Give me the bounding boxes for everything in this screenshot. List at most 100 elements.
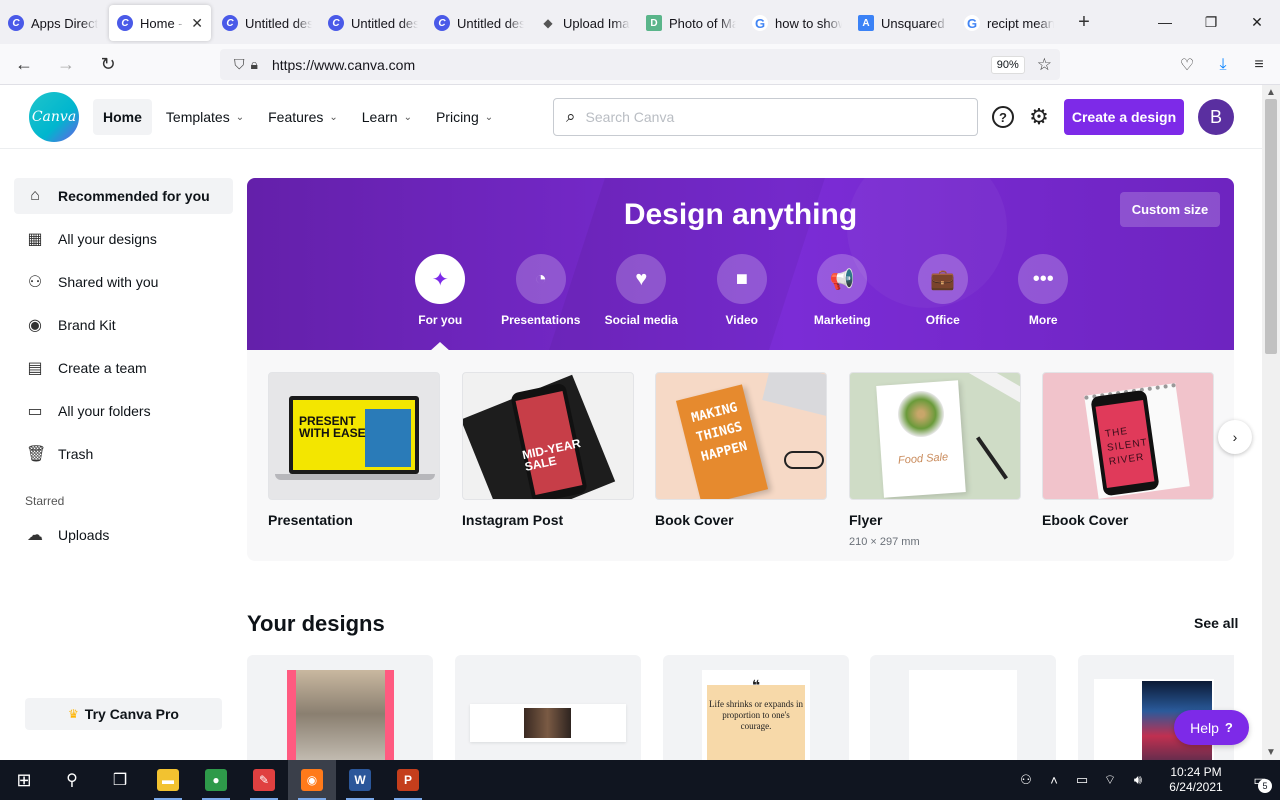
download-icon[interactable]: ⤓ [1212, 56, 1234, 74]
design-card[interactable] [455, 655, 641, 760]
category-office[interactable]: 💼 Office [893, 254, 994, 327]
nav-home[interactable]: Home [93, 99, 152, 135]
arrow-right-icon: → [57, 53, 75, 74]
help-icon[interactable]: ? [992, 106, 1014, 128]
template-card-presentation[interactable]: PRESENT WITH EASE Presentation [268, 372, 440, 528]
design-card[interactable] [870, 655, 1056, 760]
close-tab-icon[interactable]: ✕ [191, 15, 203, 32]
browser-tab[interactable]: C Untitled design [426, 5, 532, 41]
category-marketing[interactable]: 📢 Marketing [792, 254, 893, 327]
design-card[interactable]: ❝ Life shrinks or expands in proportion … [663, 655, 849, 760]
template-card-instagram-post[interactable]: MID-YEAR SALE Instagram Post [462, 372, 634, 528]
sidebar-item-uploads[interactable]: ☁ Uploads [14, 517, 233, 553]
design-thumbnail-bg [909, 670, 1017, 760]
category-social-media[interactable]: ♥ Social media [591, 254, 692, 327]
sidebar-item-brand-kit[interactable]: ◉ Brand Kit [14, 307, 233, 343]
gear-icon[interactable]: ⚙ [1028, 104, 1050, 129]
create-design-button[interactable]: Create a design [1064, 99, 1184, 135]
search-taskbar-icon[interactable]: ⚲ [48, 760, 96, 800]
browser-tab[interactable]: D Photo of Man [638, 5, 744, 41]
design-card[interactable] [247, 655, 433, 760]
scroll-down-icon[interactable]: ▼ [1266, 747, 1276, 758]
category-for-you[interactable]: ✦ For you [390, 254, 491, 327]
pocket-icon[interactable]: ♡ [1176, 55, 1198, 75]
carousel-next-button[interactable]: › [1218, 420, 1252, 454]
template-thumbnail[interactable]: MID-YEAR SALE [462, 372, 634, 500]
menu-icon[interactable]: ≡ [1248, 56, 1270, 74]
new-tab-button[interactable]: + [1066, 11, 1102, 34]
powerpoint-icon[interactable]: P [384, 760, 432, 800]
word-icon[interactable]: W [336, 760, 384, 800]
address-bar[interactable]: ⛉ 🔒︎ https://www.canva.com 90% ☆ [220, 49, 1060, 80]
chrome-icon[interactable]: ● [192, 760, 240, 800]
nav-learn[interactable]: Learn ⌄ [352, 99, 422, 135]
maximize-button[interactable]: ❐ [1188, 0, 1234, 44]
thumbnail-art [961, 373, 1020, 404]
team-icon: ▤ [27, 360, 43, 377]
nav-pricing[interactable]: Pricing ⌄ [426, 99, 503, 135]
notification-center-icon[interactable]: ▭5 [1240, 760, 1280, 800]
browser-tab[interactable]: C Untitled design [214, 5, 320, 41]
taskbar-apps: ▬ ● ✎ ◉ W P [144, 760, 432, 800]
browser-tab[interactable]: A Unsquared [850, 5, 956, 41]
template-card-flyer[interactable]: Food Sale Flyer 210 × 297 mm [849, 372, 1021, 548]
quote-text: Life shrinks or expands in proportion to… [709, 699, 803, 731]
chevron-up-icon[interactable]: ˄ [1042, 773, 1066, 788]
back-button[interactable]: ← [6, 48, 42, 80]
scroll-up-icon[interactable]: ▲ [1266, 87, 1276, 98]
search-input[interactable] [585, 109, 965, 125]
category-video[interactable]: ■ Video [692, 254, 793, 327]
battery-icon[interactable]: ▭ [1070, 772, 1094, 788]
close-window-button[interactable]: ✕ [1234, 0, 1280, 44]
tracking-shield-icon[interactable]: ⛉ [234, 56, 245, 73]
template-thumbnail[interactable]: THE SILENT RIVER [1042, 372, 1214, 500]
sidebar-item-all-your-designs[interactable]: ▦ All your designs [14, 221, 233, 257]
template-thumbnail[interactable]: MAKING THINGS HAPPEN [655, 372, 827, 500]
template-thumbnail[interactable]: PRESENT WITH EASE [268, 372, 440, 500]
forward-button[interactable]: → [48, 48, 84, 80]
taskbar-clock[interactable]: 10:24 PM 6/24/2021 [1158, 765, 1234, 795]
browser-tab[interactable]: ◆ Upload Image [532, 5, 638, 41]
see-all-link[interactable]: See all [1194, 615, 1238, 631]
search-box[interactable]: ⌕ [553, 98, 978, 136]
avatar[interactable]: B [1198, 99, 1234, 135]
browser-tab[interactable]: C Untitled design [320, 5, 426, 41]
bookmark-star-icon[interactable]: ☆ [1037, 55, 1052, 75]
canva-logo[interactable]: Canva [29, 92, 79, 142]
minimize-button[interactable]: — [1142, 0, 1188, 44]
category-presentations[interactable]: ◔ Presentations [491, 254, 592, 327]
nav-templates[interactable]: Templates ⌄ [156, 99, 254, 135]
template-card-ebook-cover[interactable]: THE SILENT RIVER Ebook Cover [1042, 372, 1214, 528]
help-button[interactable]: Help ? [1174, 710, 1249, 745]
people-icon[interactable]: ⚇ [1014, 772, 1038, 788]
browser-tab[interactable]: Grecipt meaning [956, 5, 1062, 41]
volume-icon[interactable]: 🔊︎ [1126, 772, 1150, 788]
wifi-icon[interactable]: ⌔ [1098, 772, 1122, 788]
template-card-book-cover[interactable]: MAKING THINGS HAPPEN Book Cover [655, 372, 827, 528]
vertical-scrollbar[interactable]: ▲ ▼ [1262, 85, 1280, 760]
sidebar-item-create-a-team[interactable]: ▤ Create a team [14, 350, 233, 386]
reload-button[interactable]: ↻ [90, 48, 126, 80]
template-thumbnail[interactable]: Food Sale [849, 372, 1021, 500]
browser-tab[interactable]: C Home - Canva ✕ [109, 5, 211, 41]
sidebar-item-trash[interactable]: 🗑 Trash [14, 436, 233, 472]
windows-start-icon[interactable]: ⊞ [0, 760, 48, 800]
scroll-thumb[interactable] [1265, 99, 1277, 354]
browser-tab[interactable]: Ghow to show [744, 5, 850, 41]
url-text[interactable]: https://www.canva.com [272, 57, 991, 73]
template-name: Presentation [268, 512, 353, 528]
firefox-icon[interactable]: ◉ [288, 760, 336, 800]
lock-icon[interactable]: 🔒︎ [251, 56, 258, 73]
sidebar-item-recommended-for-you[interactable]: ⌂ Recommended for you [14, 178, 233, 214]
sidebar-item-shared-with-you[interactable]: ⚇ Shared with you [14, 264, 233, 300]
try-canva-pro-button[interactable]: ♛ Try Canva Pro [25, 698, 222, 730]
file-explorer-icon[interactable]: ▬ [144, 760, 192, 800]
task-view-icon[interactable]: ❒ [96, 760, 144, 800]
custom-size-button[interactable]: Custom size [1120, 192, 1220, 227]
paint-icon[interactable]: ✎ [240, 760, 288, 800]
zoom-level[interactable]: 90% [990, 55, 1025, 74]
nav-features[interactable]: Features ⌄ [258, 99, 348, 135]
browser-tab[interactable]: C Apps Directory [0, 5, 106, 41]
sidebar-item-all-your-folders[interactable]: ▭ All your folders [14, 393, 233, 429]
category-more[interactable]: ••• More [993, 254, 1094, 327]
